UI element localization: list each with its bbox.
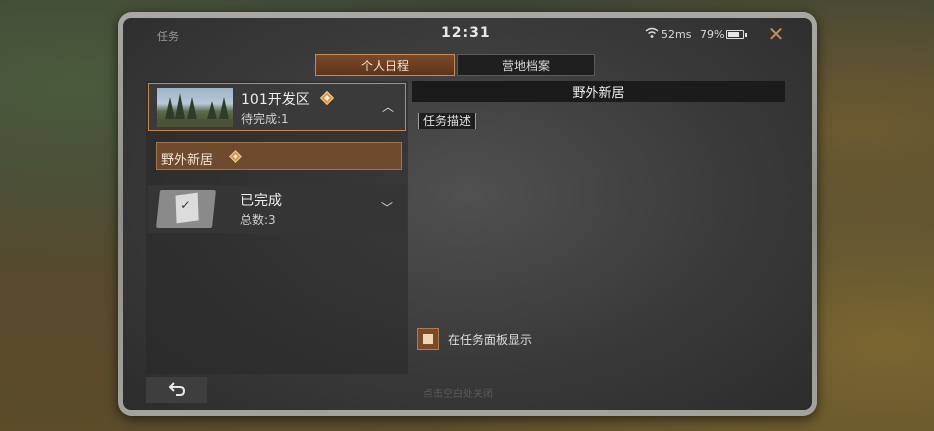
diamond-icon — [319, 90, 335, 106]
clock: 12:31 — [441, 25, 491, 41]
task-list-panel: 101开发区 待完成:1 ︿ 野外新居 ✓ 已完成 总数:3 ﹀ — [146, 81, 408, 374]
chevron-up-icon[interactable]: ︿ — [381, 98, 395, 114]
completed-card[interactable]: ✓ 已完成 总数:3 ﹀ — [148, 185, 406, 233]
screen-title: 任务 — [157, 30, 179, 43]
zone-name: 101开发区 — [241, 92, 310, 108]
show-on-panel-label: 在任务面板显示 — [448, 332, 533, 347]
wifi-icon — [645, 27, 659, 38]
chevron-down-icon[interactable]: ﹀ — [380, 199, 394, 215]
completed-label: 已完成 — [240, 193, 282, 209]
battery-percent: 79% — [700, 28, 725, 41]
ping-value: 52ms — [661, 28, 692, 41]
task-description-label: 任务描述 — [418, 113, 477, 129]
status-bar: 任务 12:31 52ms 79% ✕ — [123, 18, 812, 52]
back-button[interactable] — [146, 377, 207, 403]
task-list-item[interactable]: 野外新居 — [156, 142, 402, 170]
clipboard-icon: ✓ — [156, 190, 216, 228]
close-icon[interactable]: ✕ — [765, 23, 787, 45]
task-detail-title: 野外新居 — [412, 81, 785, 102]
diamond-icon — [229, 150, 242, 163]
task-screen: 任务 12:31 52ms 79% ✕ 个人日程 营地档案 101开发区 待完成… — [123, 18, 812, 410]
tap-outside-hint: 点击空白处关闭 — [423, 389, 493, 400]
back-arrow-icon — [168, 382, 185, 396]
show-on-panel-toggle[interactable]: 在任务面板显示 — [417, 327, 532, 351]
tab-camp-archive[interactable]: 营地档案 — [457, 54, 595, 76]
battery-icon — [726, 30, 747, 39]
tab-personal-schedule[interactable]: 个人日程 — [315, 54, 455, 76]
completed-total: 总数:3 — [240, 213, 276, 227]
zone-pending-count: 待完成:1 — [241, 112, 289, 126]
zone-card[interactable]: 101开发区 待完成:1 ︿ — [148, 83, 406, 131]
zone-thumbnail — [157, 88, 233, 127]
show-on-panel-checkbox[interactable] — [417, 328, 439, 350]
task-name: 野外新居 — [161, 153, 214, 168]
tab-bar: 个人日程 营地档案 — [315, 54, 595, 76]
